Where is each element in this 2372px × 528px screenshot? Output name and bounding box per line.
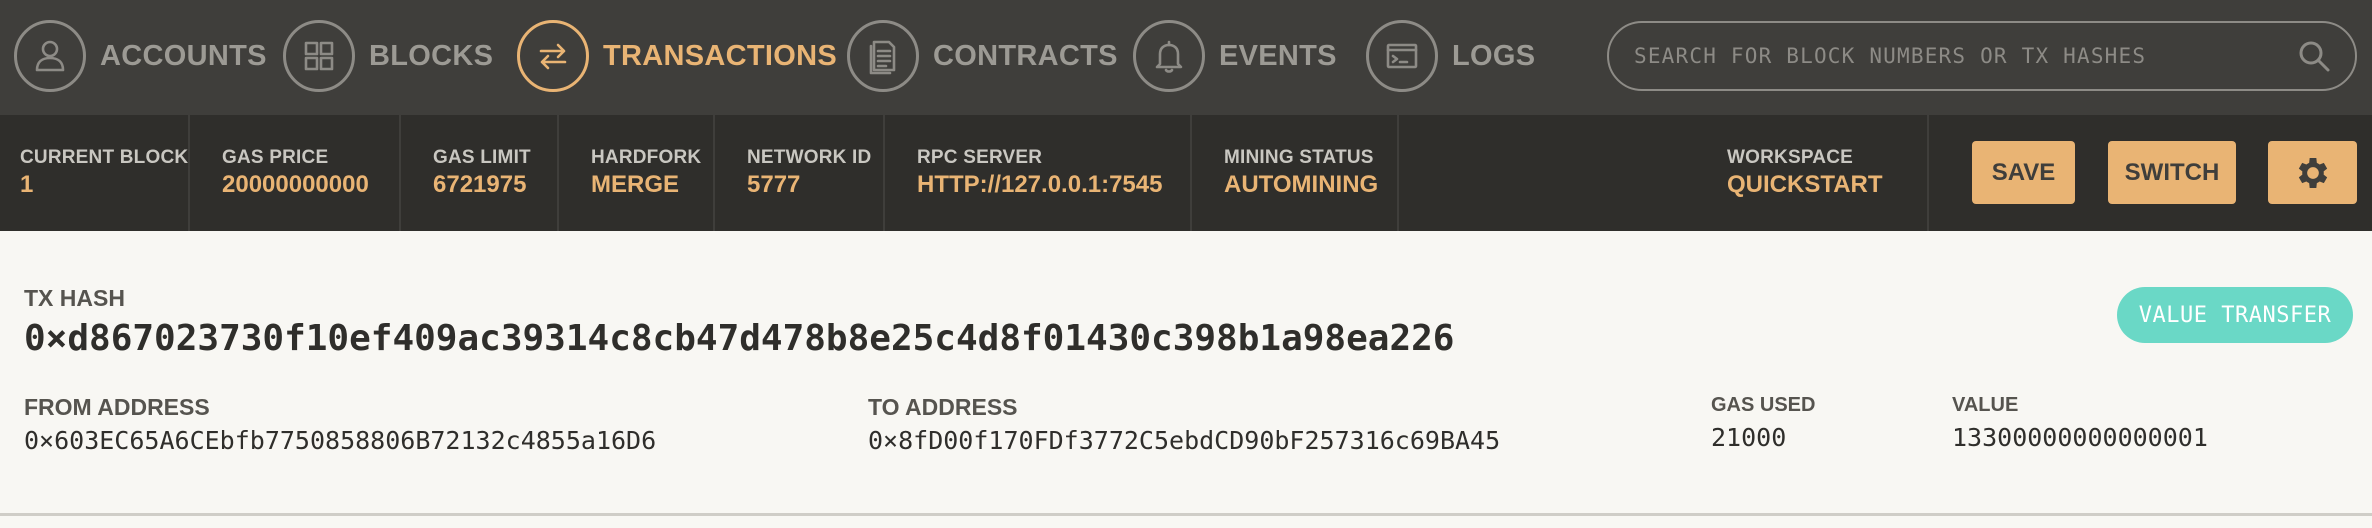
hardfork-label: HARDFORK (591, 147, 702, 168)
status-bar: CURRENT BLOCK 1 GAS PRICE 20000000000 GA… (0, 115, 2372, 231)
search-box (1607, 21, 2357, 91)
from-address-label: FROM ADDRESS (24, 394, 210, 420)
workspace-label: WORKSPACE (1727, 147, 1854, 168)
mining-status-value: AUTOMINING (1224, 171, 1379, 198)
value-value: 13300000000000001 (1952, 423, 2208, 452)
nav-blocks[interactable]: BLOCKS (283, 18, 493, 94)
nav-events[interactable]: EVENTS (1133, 18, 1337, 94)
value-label: VALUE (1952, 394, 2019, 416)
rpc-server-value: HTTP://127.0.0.1:7545 (917, 171, 1163, 198)
nav-accounts-label: ACCOUNTS (100, 39, 267, 72)
gas-price-label: GAS PRICE (222, 147, 329, 168)
nav-events-label: EVENTS (1219, 39, 1337, 72)
network-id-label: NETWORK ID (747, 147, 872, 168)
mining-status-label: MINING STATUS (1224, 147, 1374, 168)
bell-icon (1133, 20, 1205, 92)
workspace-value: QUICKSTART (1727, 171, 1883, 198)
switch-button[interactable]: SWITCH (2108, 141, 2236, 204)
nav-blocks-label: BLOCKS (369, 39, 494, 72)
nav-contracts-label: CONTRACTS (933, 39, 1118, 72)
stat-gas-limit: GAS LIMIT 6721975 (401, 115, 559, 231)
user-icon (14, 20, 86, 92)
network-id-value: 5777 (747, 171, 801, 198)
stat-gas-price: GAS PRICE 20000000000 (190, 115, 401, 231)
tx-hash-label: TX HASH (24, 285, 125, 311)
nav-accounts[interactable]: ACCOUNTS (14, 18, 267, 94)
divider (0, 513, 2372, 516)
tx-type-badge: VALUE TRANSFER (2117, 287, 2353, 343)
tx-hash-value: 0×d867023730f10ef409ac39314c8cb47d478b8e… (24, 318, 1455, 359)
gas-used-label: GAS USED (1711, 394, 1816, 416)
hardfork-value: MERGE (591, 171, 680, 198)
search-icon[interactable] (2297, 39, 2331, 73)
from-address-value: 0×603EC65A6CEbfb7750858806B72132c4855a16… (24, 426, 657, 455)
to-address-label: TO ADDRESS (868, 394, 1018, 420)
swap-arrows-icon (517, 20, 589, 92)
gas-price-value: 20000000000 (222, 171, 369, 198)
nav-contracts[interactable]: CONTRACTS (847, 18, 1118, 94)
stat-workspace: WORKSPACE QUICKSTART (1399, 115, 1929, 231)
transaction-detail: TX HASH 0×d867023730f10ef409ac39314c8cb4… (0, 231, 2372, 516)
stat-mining-status: MINING STATUS AUTOMINING (1192, 115, 1399, 231)
settings-button[interactable] (2268, 141, 2357, 204)
gas-limit-label: GAS LIMIT (433, 147, 531, 168)
current-block-label: CURRENT BLOCK (20, 147, 189, 168)
top-nav: ACCOUNTS BLOCKS TRANSACTIONS CONTRACTS E (0, 0, 2372, 115)
current-block-value: 1 (20, 171, 34, 198)
terminal-icon (1366, 20, 1438, 92)
to-address-value: 0×8fD00f170FDf3772C5ebdCD90bF257316c69BA… (868, 426, 1501, 455)
search-input[interactable] (1634, 44, 2297, 68)
stat-rpc-server: RPC SERVER HTTP://127.0.0.1:7545 (885, 115, 1192, 231)
stat-network-id: NETWORK ID 5777 (715, 115, 885, 231)
rpc-server-label: RPC SERVER (917, 147, 1043, 168)
gas-used-value: 21000 (1711, 423, 1787, 452)
save-button[interactable]: SAVE (1972, 141, 2075, 204)
document-icon (847, 20, 919, 92)
gear-icon (2298, 157, 2327, 188)
nav-transactions-label: TRANSACTIONS (603, 39, 837, 72)
nav-logs-label: LOGS (1452, 39, 1536, 72)
stat-current-block: CURRENT BLOCK 1 (0, 115, 190, 231)
nav-transactions[interactable]: TRANSACTIONS (517, 18, 837, 94)
gas-limit-value: 6721975 (433, 171, 527, 198)
grid-icon (283, 20, 355, 92)
ganache-window: ACCOUNTS BLOCKS TRANSACTIONS CONTRACTS E (0, 0, 2372, 528)
nav-logs[interactable]: LOGS (1366, 18, 1535, 94)
stat-hardfork: HARDFORK MERGE (559, 115, 715, 231)
